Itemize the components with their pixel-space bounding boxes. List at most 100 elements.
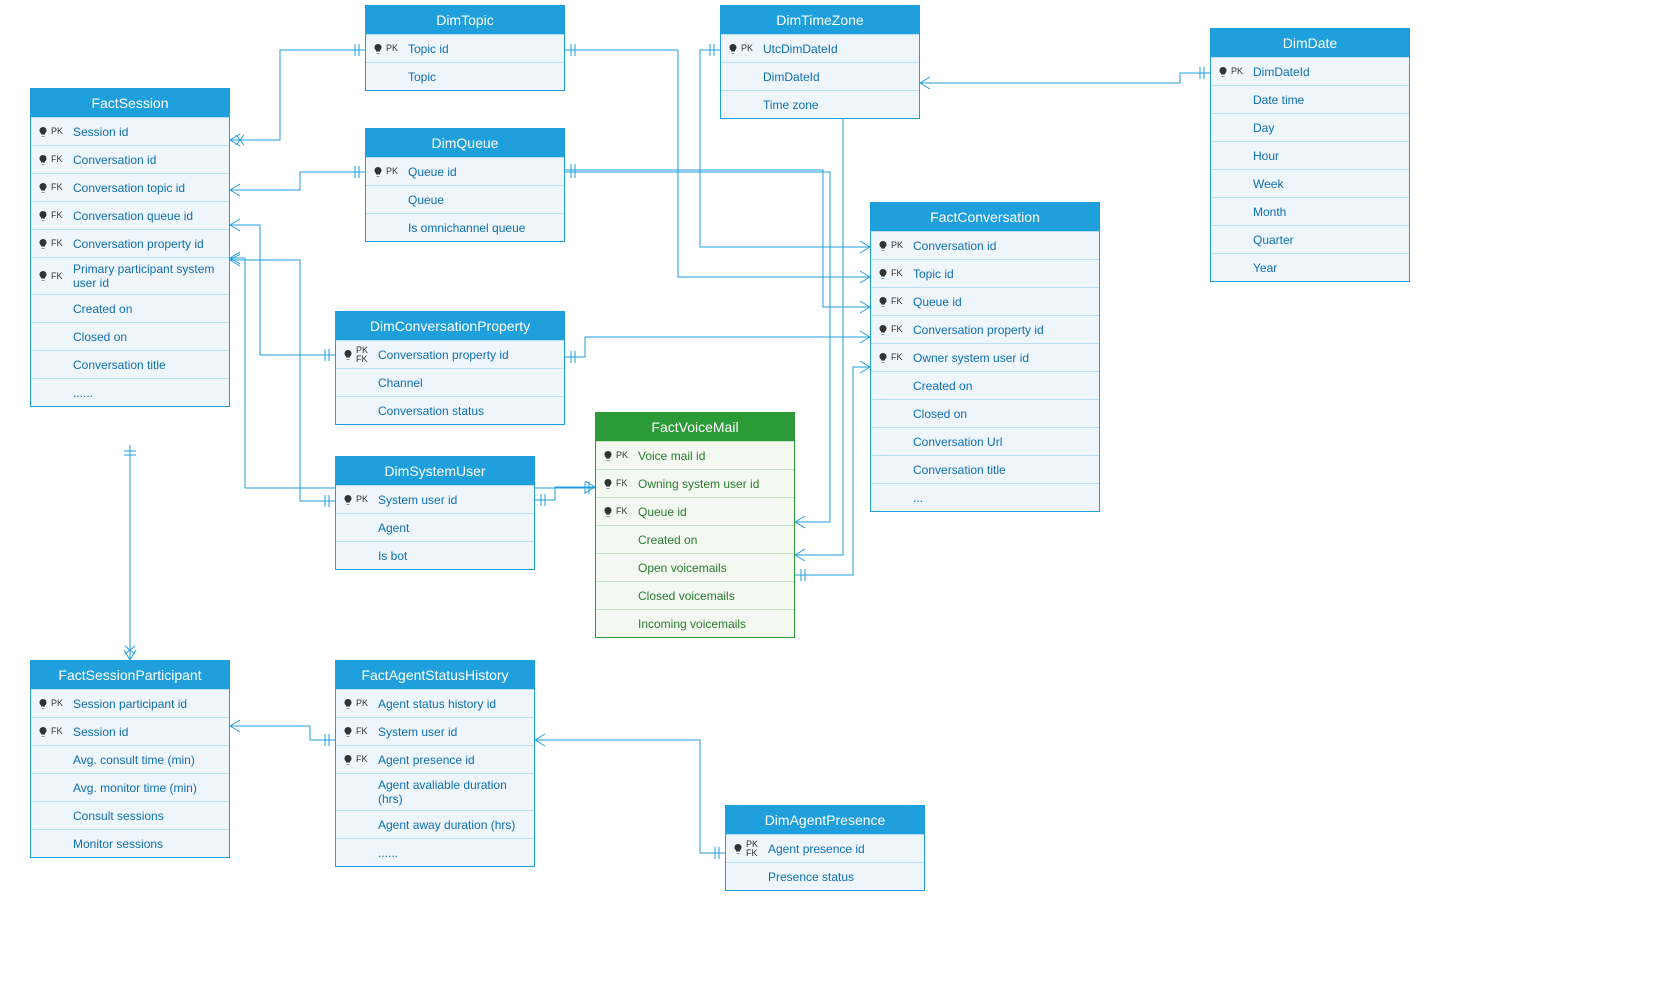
connector-end-one	[715, 847, 719, 859]
key-type-label: PK	[386, 44, 398, 53]
key-col: PK	[723, 43, 757, 55]
field-name: Week	[1247, 177, 1403, 191]
entity-factAgentStatus: FactAgentStatusHistoryPKAgent status his…	[335, 660, 535, 867]
connector-end-crow	[585, 481, 595, 493]
field-row: Month	[1211, 197, 1409, 225]
entity-header: DimDate	[1211, 29, 1409, 57]
connector-end-one	[355, 166, 359, 178]
connector-end-one	[325, 734, 329, 746]
field-row: Closed voicemails	[596, 581, 794, 609]
field-name: Monitor sessions	[67, 837, 223, 851]
field-name: Conversation title	[67, 358, 223, 372]
field-row: Created on	[596, 525, 794, 553]
field-row: Open voicemails	[596, 553, 794, 581]
field-row: Incoming voicemails	[596, 609, 794, 637]
key-icon	[877, 296, 889, 308]
key-icon	[727, 43, 739, 55]
field-name: ......	[372, 846, 528, 860]
connector-end-crow	[860, 271, 870, 283]
key-icon	[342, 349, 354, 361]
key-icon	[37, 698, 49, 710]
field-name: Created on	[67, 302, 223, 316]
key-col: PKFK	[728, 840, 762, 858]
key-icon	[1217, 66, 1229, 78]
field-name: Consult sessions	[67, 809, 223, 823]
field-row: Topic	[366, 62, 564, 90]
field-row: Avg. monitor time (min)	[31, 773, 229, 801]
field-row: Monitor sessions	[31, 829, 229, 857]
key-col: FK	[33, 270, 67, 282]
connector-end-one	[325, 349, 329, 361]
entity-header: FactConversation	[871, 203, 1099, 231]
field-row: FKSession id	[31, 717, 229, 745]
key-icon	[877, 324, 889, 336]
field-row: Agent away duration (hrs)	[336, 810, 534, 838]
field-row: Channel	[336, 368, 564, 396]
field-row: FKQueue id	[596, 497, 794, 525]
key-type-label: PK	[51, 699, 63, 708]
key-type-label: FK	[356, 755, 368, 764]
field-name: Conversation status	[372, 404, 558, 418]
connector-end-one	[124, 451, 136, 455]
field-row: PKUtcDimDateId	[721, 34, 919, 62]
field-row: ...	[871, 483, 1099, 511]
key-type-label: FK	[891, 269, 903, 278]
field-row: FKTopic id	[871, 259, 1099, 287]
field-name: Avg. consult time (min)	[67, 753, 223, 767]
key-icon	[372, 166, 384, 178]
key-icon	[602, 478, 614, 490]
key-type-label: FK	[891, 353, 903, 362]
key-col: PK	[598, 450, 632, 462]
entity-dimTopic: DimTopicPKTopic idTopic	[365, 5, 565, 91]
key-icon	[342, 726, 354, 738]
entity-header: DimSystemUser	[336, 457, 534, 485]
field-row: Agent	[336, 513, 534, 541]
field-row: Closed on	[31, 322, 229, 350]
field-name: DimDateId	[1247, 65, 1403, 79]
key-col: PK	[873, 240, 907, 252]
field-row: PKFKAgent presence id	[726, 834, 924, 862]
key-col: PK	[368, 43, 402, 55]
connector-end-one	[801, 569, 805, 581]
key-col: PK	[338, 494, 372, 506]
field-row: Created on	[871, 371, 1099, 399]
field-name: Time zone	[757, 98, 913, 112]
connector-end-crow	[230, 219, 240, 231]
field-name: Queue	[402, 193, 558, 207]
field-name: Day	[1247, 121, 1403, 135]
entity-header: FactAgentStatusHistory	[336, 661, 534, 689]
field-row: FKOwning system user id	[596, 469, 794, 497]
field-name: Queue id	[632, 505, 788, 519]
key-icon	[877, 240, 889, 252]
field-row: FKConversation topic id	[31, 173, 229, 201]
field-name: Created on	[907, 379, 1093, 393]
field-name: Is omnichannel queue	[402, 221, 558, 235]
field-row: FKOwner system user id	[871, 343, 1099, 371]
key-type-label: PKFK	[746, 840, 758, 858]
field-row: Is bot	[336, 541, 534, 569]
connector-end-one	[571, 166, 575, 178]
key-col: PK	[33, 698, 67, 710]
connector-end-crowX	[230, 134, 244, 146]
key-col: FK	[873, 352, 907, 364]
key-type-label: PK	[356, 495, 368, 504]
field-row: PKVoice mail id	[596, 441, 794, 469]
field-name: Month	[1247, 205, 1403, 219]
field-name: Queue id	[907, 295, 1093, 309]
connector	[535, 487, 595, 500]
key-icon	[342, 494, 354, 506]
connector-end-one	[1200, 67, 1204, 79]
field-row: Closed on	[871, 399, 1099, 427]
key-icon	[37, 126, 49, 138]
key-col: PK	[338, 698, 372, 710]
entity-header: DimQueue	[366, 129, 564, 157]
connector-end-one	[585, 482, 589, 494]
field-name: Agent away duration (hrs)	[372, 818, 528, 832]
field-name: Conversation property id	[372, 348, 558, 362]
field-row: FKConversation property id	[31, 229, 229, 257]
connector	[230, 172, 365, 190]
entity-dimConvProp: DimConversationPropertyPKFKConversation …	[335, 311, 565, 425]
field-row: DimDateId	[721, 62, 919, 90]
field-row: Consult sessions	[31, 801, 229, 829]
field-name: ......	[67, 386, 223, 400]
